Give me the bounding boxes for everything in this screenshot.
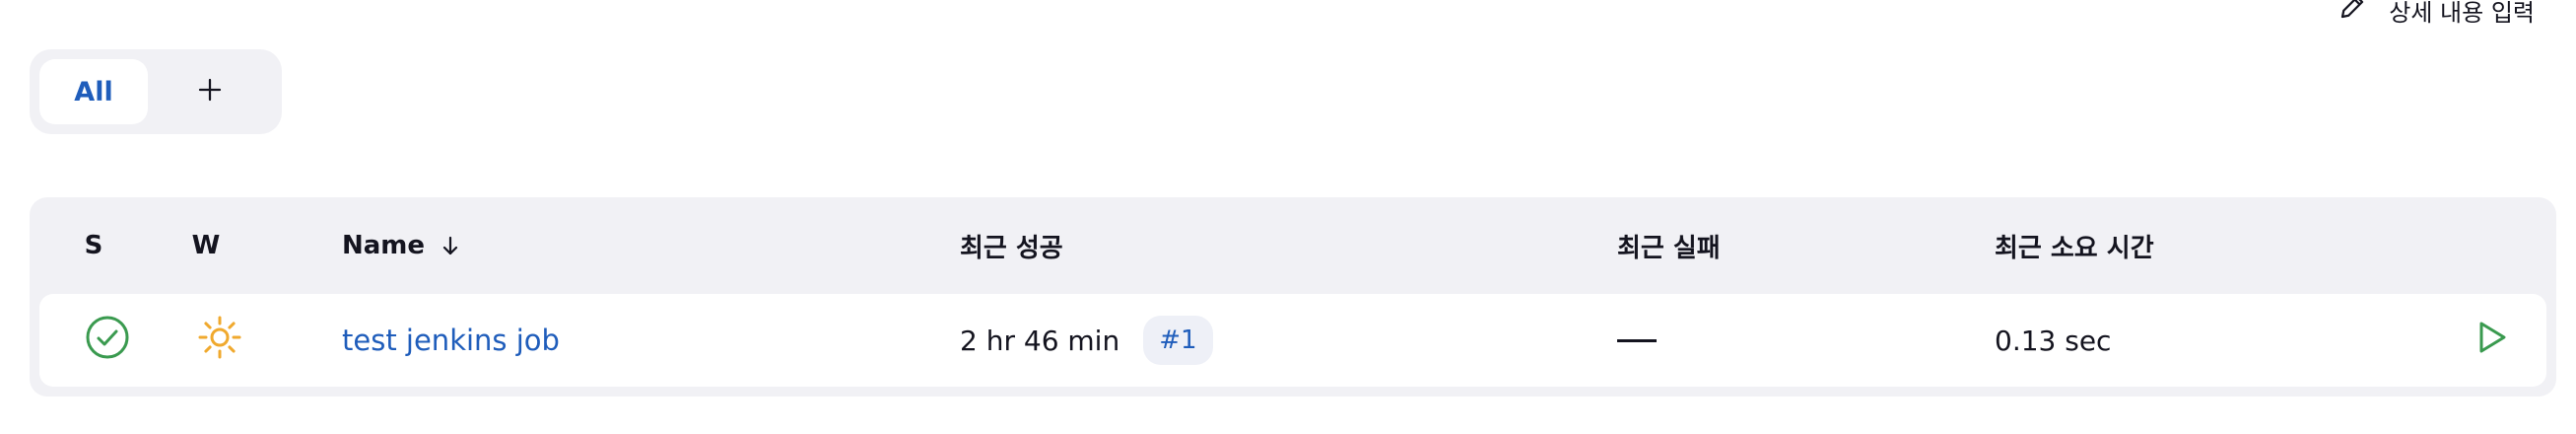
last-duration-cell: 0.13 sec (1995, 294, 2111, 387)
column-header-name[interactable]: Name (342, 197, 462, 294)
last-duration-value: 0.13 sec (1995, 324, 2112, 357)
name-cell: test jenkins job (342, 294, 560, 387)
last-success-cell: 2 hr 46 min #1 (960, 294, 1213, 387)
weather-cell (195, 294, 244, 387)
success-check-icon[interactable] (85, 315, 130, 367)
last-failure-cell (1617, 294, 1657, 387)
jobs-table: S W Name 최근 성공 최근 실패 최근 소요 시간 test jenki… (30, 197, 2556, 397)
jenkins-dashboard: 상세 내용 입력 All S W Name 최근 성공 최근 실패 최근 소요 … (0, 0, 2576, 434)
no-failure-dash (1617, 338, 1657, 342)
sort-descending-icon (439, 234, 462, 257)
last-success-time: 2 hr 46 min (960, 324, 1120, 357)
table-row: test jenkins job 2 hr 46 min #1 0.13 sec (39, 294, 2546, 387)
schedule-build-button[interactable] (2468, 317, 2515, 364)
build-number-link[interactable]: #1 (1143, 316, 1213, 365)
edit-description-label: 상세 내용 입력 (2389, 0, 2535, 27)
tab-all[interactable]: All (39, 59, 148, 124)
play-icon (2472, 318, 2511, 364)
column-header-weather[interactable]: W (181, 197, 231, 294)
column-header-last-failure[interactable]: 최근 실패 (1617, 197, 1721, 294)
pencil-icon (2338, 0, 2367, 28)
column-header-status[interactable]: S (69, 197, 118, 294)
table-header: S W Name 최근 성공 최근 실패 최근 소요 시간 (30, 197, 2556, 294)
column-header-last-success[interactable]: 최근 성공 (960, 197, 1063, 294)
plus-icon (195, 75, 225, 108)
column-header-last-duration[interactable]: 최근 소요 시간 (1995, 197, 2154, 294)
view-tabs: All (30, 49, 282, 134)
status-cell (83, 294, 132, 387)
sunny-icon[interactable] (197, 315, 242, 367)
job-name-link[interactable]: test jenkins job (342, 324, 560, 357)
edit-description-link[interactable]: 상세 내용 입력 (2338, 0, 2535, 28)
action-cell (2468, 294, 2515, 387)
add-view-button[interactable] (156, 59, 264, 124)
